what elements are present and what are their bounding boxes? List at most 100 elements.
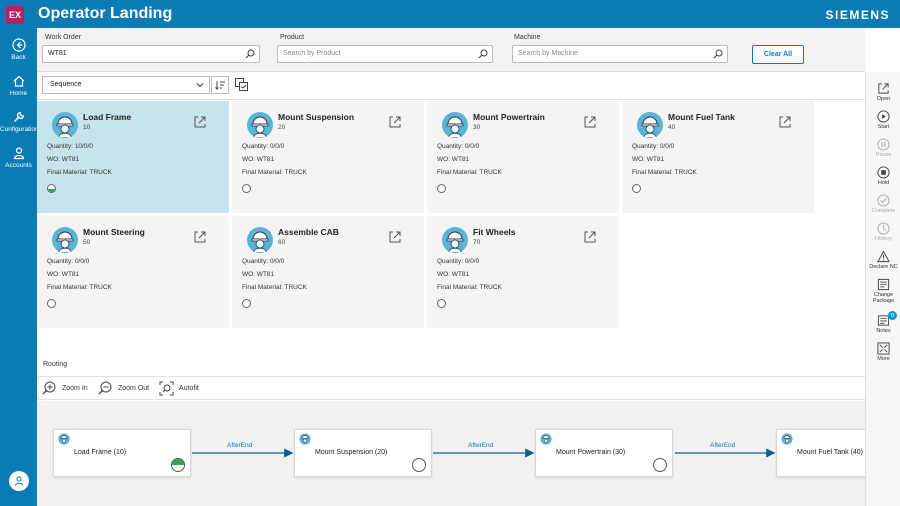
sort-select[interactable]: Sequence — [42, 76, 210, 94]
nav-accounts[interactable]: Accounts — [0, 146, 37, 169]
product-input[interactable]: Search by Product — [277, 45, 493, 63]
operation-card-mount-powertrain[interactable]: Mount Powertrain 30 Quantity: 0/0/0 WO: … — [427, 101, 619, 213]
action-hold[interactable]: Hold — [866, 166, 900, 186]
autofit-icon — [159, 381, 174, 396]
multi-select-button[interactable] — [233, 76, 251, 94]
chevron-down-icon — [196, 83, 204, 88]
operation-card-mount-steering[interactable]: Mount Steering 50 Quantity: 0/0/0 WO: WT… — [37, 216, 229, 328]
search-icon[interactable] — [713, 49, 723, 59]
open-icon[interactable] — [193, 230, 207, 244]
operation-material: Final Material: TRUCK — [47, 284, 112, 291]
operation-quantity: Quantity: 0/0/0 — [242, 258, 285, 265]
brand-logo: SIEMENS — [825, 8, 890, 22]
zoom-in-button[interactable]: Zoom In — [42, 381, 88, 396]
sort-icon — [215, 81, 225, 90]
person-icon — [13, 147, 24, 160]
package-icon — [877, 278, 890, 291]
routing-canvas[interactable]: AfterEnd AfterEnd AfterEnd Load Frame (1… — [37, 401, 865, 506]
routing-node-mount-powertrain[interactable]: Mount Powertrain (30) — [535, 429, 673, 477]
clear-all-button[interactable]: Clear All — [752, 45, 804, 64]
zoom-out-button[interactable]: Zoom Out — [98, 381, 149, 396]
work-order-input[interactable]: WT81 — [42, 45, 260, 63]
action-change-package[interactable]: Change Package — [866, 278, 900, 304]
nav-home-label: Home — [9, 90, 28, 97]
edge-label: AfterEnd — [227, 442, 253, 449]
action-declare-nc[interactable]: Declare NC — [866, 250, 900, 270]
play-icon — [877, 110, 890, 123]
status-indicator — [171, 458, 185, 472]
worker-icon — [540, 433, 552, 445]
user-avatar[interactable] — [9, 471, 29, 491]
worker-icon — [442, 112, 468, 138]
autofit-button[interactable]: Autofit — [159, 381, 199, 396]
zoom-out-icon — [98, 381, 112, 395]
status-indicator — [437, 299, 446, 308]
status-indicator — [242, 184, 251, 193]
operation-number: 30 — [473, 124, 481, 131]
machine-label: Machine — [514, 34, 541, 41]
back-icon — [11, 38, 26, 52]
action-open-label: Open — [876, 96, 891, 102]
routing-node-label: Mount Powertrain (30) — [556, 449, 626, 456]
operation-quantity: Quantity: 10/0/0 — [47, 143, 93, 150]
product-placeholder: Search by Product — [283, 50, 341, 57]
operation-card-load-frame[interactable]: Load Frame 10 Quantity: 10/0/0 WO: WT81 … — [37, 101, 229, 213]
warning-icon — [877, 250, 890, 263]
operation-card-mount-fuel-tank[interactable]: Mount Fuel Tank 40 Quantity: 0/0/0 WO: W… — [622, 101, 814, 213]
action-start[interactable]: Start — [866, 110, 900, 130]
filter-bar: Work Order WT81 Product Search by Produc… — [37, 28, 865, 72]
list-toolbar: Sequence — [37, 72, 865, 100]
routing-node-mount-fuel-tank[interactable]: Mount Fuel Tank (40) — [776, 429, 865, 477]
operation-card-assemble-cab[interactable]: Assemble CAB 60 Quantity: 0/0/0 WO: WT81… — [232, 216, 424, 328]
operation-wo: WO: WT81 — [632, 156, 665, 163]
open-icon[interactable] — [388, 115, 402, 129]
worker-icon — [442, 227, 468, 253]
action-declare-nc-label: Declare NC — [869, 264, 898, 270]
operation-name: Mount Suspension — [278, 112, 355, 122]
routing-node-mount-suspension[interactable]: Mount Suspension (20) — [294, 429, 432, 477]
action-pause[interactable]: Pause — [866, 138, 900, 158]
wrench-icon — [13, 111, 24, 122]
operation-name: Fit Wheels — [473, 227, 516, 237]
operation-number: 40 — [668, 124, 676, 131]
app-badge: EX — [6, 6, 24, 24]
sort-direction-button[interactable] — [211, 76, 229, 94]
operation-card-mount-suspension[interactable]: Mount Suspension 20 Quantity: 0/0/0 WO: … — [232, 101, 424, 213]
action-complete[interactable]: Complete — [866, 194, 900, 214]
operation-number: 10 — [83, 124, 91, 131]
nav-home[interactable]: Home — [0, 74, 37, 97]
nav-back[interactable]: Back — [0, 38, 37, 61]
operation-number: 20 — [278, 124, 286, 131]
check-icon — [877, 194, 890, 207]
open-icon[interactable] — [778, 115, 792, 129]
zoom-in-label: Zoom In — [62, 385, 88, 392]
worker-icon — [58, 433, 70, 445]
action-open[interactable]: Open — [866, 82, 900, 102]
operation-card-fit-wheels[interactable]: Fit Wheels 70 Quantity: 0/0/0 WO: WT81 F… — [427, 216, 619, 328]
operation-cards: Load Frame 10 Quantity: 10/0/0 WO: WT81 … — [37, 101, 865, 331]
search-icon[interactable] — [478, 49, 488, 59]
autofit-label: Autofit — [179, 385, 199, 392]
routing-node-load-frame[interactable]: Load Frame (10) — [53, 429, 191, 477]
operation-wo: WO: WT81 — [47, 271, 80, 278]
action-more-label: More — [877, 356, 890, 362]
open-icon[interactable] — [388, 230, 402, 244]
machine-input[interactable]: Search by Machine — [512, 45, 728, 63]
open-icon[interactable] — [583, 115, 597, 129]
open-icon[interactable] — [193, 115, 207, 129]
status-indicator — [47, 299, 56, 308]
routing-node-label: Load Frame (10) — [74, 449, 127, 456]
hold-icon — [877, 166, 890, 179]
status-indicator — [632, 184, 641, 193]
edge-label: AfterEnd — [468, 442, 494, 449]
operation-material: Final Material: TRUCK — [437, 169, 502, 176]
open-icon[interactable] — [583, 230, 597, 244]
nav-configuration[interactable]: Configuration — [0, 110, 39, 133]
action-notes[interactable]: 0 Notes — [866, 311, 900, 334]
copy-icon — [235, 78, 248, 91]
action-history[interactable]: History — [866, 222, 900, 242]
edge-label: AfterEnd — [710, 442, 736, 449]
sort-select-value: Sequence — [50, 81, 82, 88]
search-icon[interactable] — [245, 49, 255, 59]
action-more[interactable]: More — [866, 342, 900, 362]
